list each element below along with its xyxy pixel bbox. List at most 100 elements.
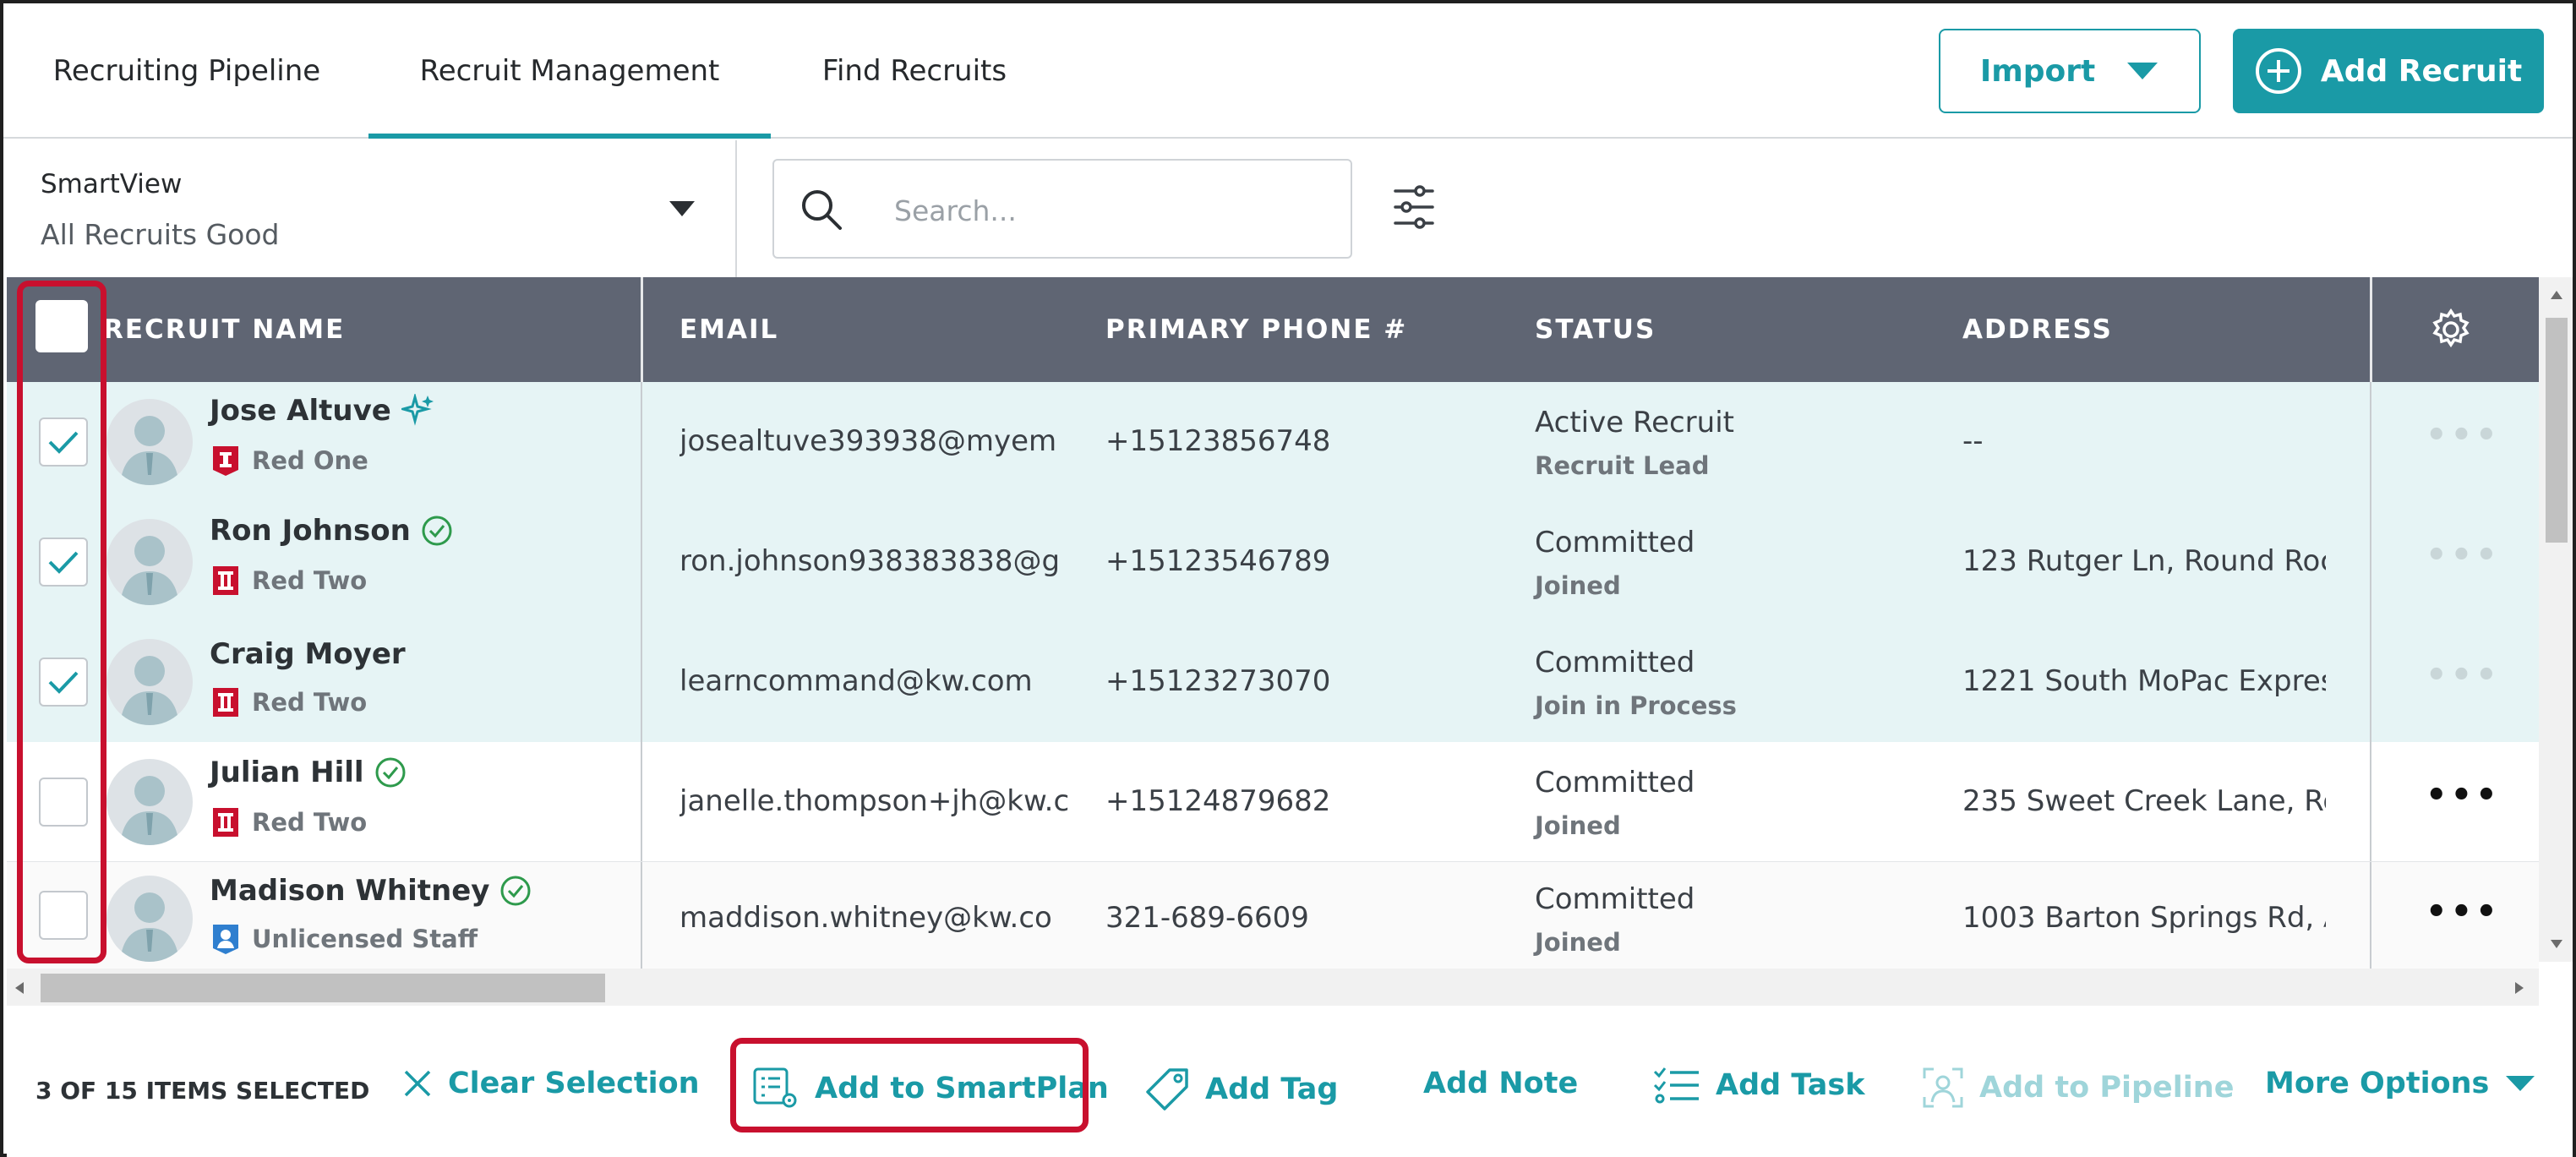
column-divider [2370,502,2371,622]
scroll-down-arrow-icon [2551,940,2562,948]
avatar [106,876,193,962]
selection-count: 3 OF 15 ITEMS SELECTED [35,1077,370,1105]
row-menu-button[interactable]: ••• [2426,656,2501,695]
table-row[interactable]: Julian Hill Red Two janelle.thompson+jh@… [7,742,2539,862]
red-two-badge-icon [213,566,238,595]
avatar [106,639,193,725]
plus-circle-icon [2255,48,2301,94]
table-row[interactable]: Madison Whitney Unlicensed Staff maddiso… [7,862,2539,969]
vertical-scroll-thumb[interactable] [2546,318,2568,543]
add-task-button[interactable]: Add Task [1653,1067,1864,1104]
unlicensed-staff-badge-icon [213,925,238,954]
substatus-cell: Join in Process [1535,691,1737,720]
add-recruit-label: Add Recruit [2320,53,2523,89]
email-cell: maddison.whitney@kw.co [679,901,1052,935]
row-menu-button[interactable]: ••• [2426,416,2501,455]
recruit-name[interactable]: Jose Altuve [210,394,435,428]
column-divider [641,277,643,382]
badge-label: Red Two [252,566,368,595]
task-list-icon [1653,1067,1699,1104]
app-frame: Recruiting Pipeline Recruit Management F… [0,0,2576,1157]
substatus-cell: Joined [1535,928,1621,957]
table-row[interactable]: Jose Altuve Red One josealtuve393938@mye… [7,382,2539,502]
badge-label: Red One [252,446,368,475]
tab-recruit-management[interactable]: Recruit Management [368,3,771,139]
email-cell: janelle.thompson+jh@kw.c [679,784,1068,818]
col-primary-phone[interactable]: PRIMARY PHONE # [1105,277,1407,382]
add-tag-button[interactable]: Add Tag [1144,1067,1338,1112]
table-row[interactable]: Ron Johnson Red Two ron.johnson938383838… [7,502,2539,622]
column-divider [2370,622,2371,742]
tag-icon [1146,1068,1188,1111]
vertical-scrollbar[interactable] [2539,277,2573,962]
recruit-name[interactable]: Madison Whitney [210,874,532,908]
recruit-name[interactable]: Ron Johnson [210,514,453,548]
more-options-label: More Options [2265,1067,2490,1100]
col-recruit-name[interactable]: RECRUIT NAME [103,277,345,382]
smartview-dropdown[interactable]: SmartView All Recruits Good [3,140,737,277]
verified-check-icon [422,516,452,546]
phone-cell: +15124879682 [1105,784,1331,818]
pipeline-person-icon [1923,1067,1963,1108]
address-cell: 235 Sweet Creek Lane, Ro [1962,784,2326,818]
gear-icon[interactable] [2427,306,2475,353]
more-options-button[interactable]: More Options [2265,1067,2536,1100]
col-address[interactable]: ADDRESS [1962,277,2113,382]
column-divider [641,742,642,862]
recruit-badge: Unlicensed Staff [211,923,478,955]
clear-selection-label: Clear Selection [448,1067,700,1100]
recruit-badge: Red Two [211,806,367,838]
status-cell: Committed [1535,526,1695,559]
close-icon [404,1070,431,1097]
row-menu-button[interactable]: ••• [2426,776,2501,815]
substatus-cell: Recruit Lead [1535,451,1710,480]
col-email[interactable]: EMAIL [679,277,778,382]
recruit-name-text: Ron Johnson [210,514,411,548]
recruit-name-text: Craig Moyer [210,637,406,671]
address-cell: -- [1962,424,1984,458]
recruit-badge: Red Two [211,565,367,597]
add-note-button[interactable]: Add Note [1423,1067,1578,1100]
horizontal-scroll-thumb[interactable] [41,974,605,1002]
checkbox-column-highlight [17,281,106,963]
recruit-name[interactable]: Julian Hill [210,756,407,789]
chevron-down-icon [2506,1076,2535,1091]
smartplan-button-highlight [730,1038,1089,1132]
import-button[interactable]: Import [1939,29,2201,113]
email-cell: josealtuve393938@myem [679,424,1057,458]
recruit-badge: Red One [211,445,368,477]
search-input[interactable]: Search... [772,159,1352,259]
column-divider [641,502,642,622]
table-row[interactable]: Craig Moyer Red Two learncommand@kw.com … [7,622,2539,742]
recruit-name[interactable]: Craig Moyer [210,637,406,671]
row-menu-button[interactable]: ••• [2426,536,2501,575]
add-recruit-button[interactable]: Add Recruit [2233,29,2544,113]
add-note-label: Add Note [1423,1067,1579,1100]
scroll-right-arrow-icon [2515,982,2524,994]
phone-cell: +15123273070 [1105,664,1331,698]
red-two-badge-icon [213,808,238,837]
filter-sliders-icon[interactable] [1393,184,1435,230]
tab-find-recruits[interactable]: Find Recruits [788,3,1041,139]
add-to-pipeline-button[interactable]: Add to Pipeline [1922,1067,2234,1109]
add-tag-label: Add Tag [1205,1072,1339,1106]
caret-down-icon [669,201,695,216]
badge-label: Red Two [252,808,368,837]
verified-check-icon [375,757,406,788]
bulk-action-bar: 3 OF 15 ITEMS SELECTED Clear Selection A… [7,1009,2573,1157]
col-status[interactable]: STATUS [1535,277,1656,382]
recruit-name-text: Jose Altuve [210,394,391,428]
table-header: RECRUIT NAME EMAIL PRIMARY PHONE # STATU… [7,277,2539,382]
smartview-label: SmartView [41,169,183,199]
recruit-badge: Red Two [211,686,367,718]
phone-cell: +15123546789 [1105,544,1331,578]
add-to-pipeline-label: Add to Pipeline [1979,1071,2235,1105]
person-silhouette-icon [120,892,179,962]
row-menu-button[interactable]: ••• [2426,892,2501,931]
horizontal-scrollbar[interactable] [7,969,2539,1006]
tab-recruiting-pipeline[interactable]: Recruiting Pipeline [22,3,352,139]
import-label: Import [1979,53,2096,89]
status-cell: Active Recruit [1535,406,1734,439]
verified-check-icon [500,876,531,906]
clear-selection-button[interactable]: Clear Selection [402,1067,700,1100]
